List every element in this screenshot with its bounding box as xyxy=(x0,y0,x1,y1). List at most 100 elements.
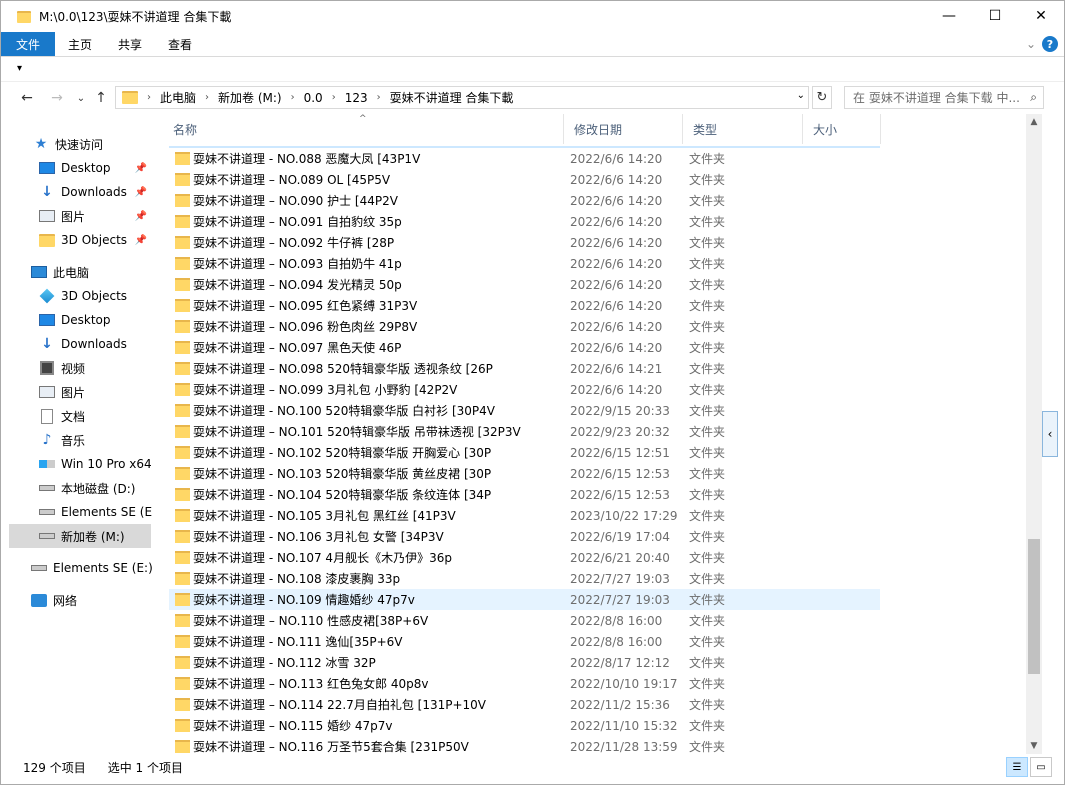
breadcrumb-folder-123[interactable]: 123 xyxy=(345,91,368,105)
nav-3d-objects-pinned[interactable]: 3D Objects 📌 xyxy=(39,228,153,252)
file-type: 文件夹 xyxy=(689,383,726,397)
file-type: 文件夹 xyxy=(689,551,726,565)
file-type: 文件夹 xyxy=(689,593,726,607)
scroll-up-icon[interactable]: ▲ xyxy=(1026,114,1042,130)
table-row[interactable]: 耍妹不讲道理 - NO.103 520特辑豪华版 黄丝皮裙 [30P 2022/6… xyxy=(169,463,880,484)
table-row[interactable]: 耍妹不讲道理 – NO.113 红色兔女郎 40p8v 2022/10/10 19… xyxy=(169,673,880,694)
address-bar[interactable]: › 此电脑 › 新加卷 (M:) › 0.0 › 123 › 耍妹不讲道理 合集… xyxy=(115,86,809,109)
folder-icon xyxy=(17,10,31,23)
file-name: 耍妹不讲道理 - NO.112 冰雪 32P xyxy=(193,656,376,670)
file-date: 2022/6/21 20:40 xyxy=(570,550,670,565)
table-row[interactable]: 耍妹不讲道理 - NO.111 逸仙[35P+6V 2022/8/8 16:00 文… xyxy=(169,631,880,652)
maximize-button[interactable]: ☐ xyxy=(972,1,1018,31)
file-name: 耍妹不讲道理 - NO.106 3月礼包 女警 [34P3V xyxy=(193,530,444,544)
file-type: 文件夹 xyxy=(689,425,726,439)
help-icon[interactable]: ? xyxy=(1042,36,1058,52)
table-row[interactable]: 耍妹不讲道理 - NO.100 520特辑豪华版 白衬衫 [30P4V 2022/… xyxy=(169,400,880,421)
table-row[interactable]: 耍妹不讲道理 - NO.104 520特辑豪华版 条纹连体 [34P 2022/6… xyxy=(169,484,880,505)
breadcrumb-folder-0-0[interactable]: 0.0 xyxy=(304,91,323,105)
minimize-button[interactable]: — xyxy=(926,1,972,31)
file-name: 耍妹不讲道理 – NO.091 自拍豹纹 35p xyxy=(193,215,402,229)
search-placeholder: 在 耍妹不讲道理 合集下载 中... xyxy=(853,91,1020,105)
breadcrumb-current-folder[interactable]: 耍妹不讲道理 合集下載 xyxy=(390,89,514,106)
table-row[interactable]: 耍妹不讲道理 – NO.116 万圣节5套合集 [231P50V 2022/11/… xyxy=(169,736,880,754)
file-type: 文件夹 xyxy=(689,719,726,733)
table-row[interactable]: 耍妹不讲道理 – NO.091 自拍豹纹 35p 2022/6/6 14:20 文件… xyxy=(169,211,880,232)
file-type: 文件夹 xyxy=(689,215,726,229)
file-date: 2022/6/6 14:20 xyxy=(570,172,663,187)
folder-icon xyxy=(175,719,190,732)
table-row[interactable]: 耍妹不讲道理 - NO.107 4月舰长《木乃伊》36p 2022/6/21 20… xyxy=(169,547,880,568)
scroll-down-icon[interactable]: ▼ xyxy=(1026,738,1042,754)
column-size[interactable]: 大小 xyxy=(803,114,881,144)
table-row[interactable]: 耍妹不讲道理 – NO.115 婚纱 47p7v 2022/11/10 15:32… xyxy=(169,715,880,736)
nav-downloads-pinned[interactable]: ↓ Downloads 📌 xyxy=(39,180,153,204)
refresh-icon[interactable]: ↻ xyxy=(812,86,832,109)
folder-icon xyxy=(175,257,190,270)
column-name[interactable]: 名称 xyxy=(163,114,564,144)
nav-desktop-pinned[interactable]: Desktop 📌 xyxy=(39,156,153,180)
table-row[interactable]: 耍妹不讲道理 – NO.114 22.7月自拍礼包 [131P+10V 2022/… xyxy=(169,694,880,715)
recent-locations-icon[interactable]: ⌄ xyxy=(71,88,91,108)
file-date: 2022/6/19 17:04 xyxy=(570,529,670,544)
nav-label: 此电脑 xyxy=(53,265,90,280)
nav-pictures-pinned[interactable]: 图片 📌 xyxy=(39,204,153,228)
objects-3d-icon xyxy=(39,288,55,304)
table-row[interactable]: 耍妹不讲道理 – NO.101 520特辑豪华版 吊带袜透视 [32P3V 202… xyxy=(169,421,880,442)
column-date-modified[interactable]: 修改日期 xyxy=(564,114,683,144)
table-row[interactable]: 耍妹不讲道理 - NO.088 恶魔大凤 [43P1V 2022/6/6 14:2… xyxy=(169,148,880,169)
table-row[interactable]: 耍妹不讲道理 – NO.093 自拍奶牛 41p 2022/6/6 14:20 文件… xyxy=(169,253,880,274)
table-row[interactable]: 耍妹不讲道理 – NO.096 粉色肉丝 29P8V 2022/6/6 14:20… xyxy=(169,316,880,337)
table-row[interactable]: 耍妹不讲道理 - NO.108 漆皮裹胸 33p 2022/7/27 19:03 文… xyxy=(169,568,880,589)
tab-home[interactable]: 主页 xyxy=(55,32,105,56)
folder-icon xyxy=(175,698,190,711)
nav-label: 新加卷 (M:) xyxy=(61,529,125,544)
file-type: 文件夹 xyxy=(689,740,726,754)
file-name: 耍妹不讲道理 - NO.102 520特辑豪华版 开胸爱心 [30P xyxy=(193,446,492,460)
breadcrumb-drive[interactable]: 新加卷 (M:) xyxy=(218,89,282,106)
table-row[interactable]: 耍妹不讲道理 - NO.109 情趣婚纱 47p7v 2022/7/27 19:0… xyxy=(169,589,880,610)
table-row[interactable]: 耍妹不讲道理 – NO.090 护士 [44P2V 2022/6/6 14:20 文… xyxy=(169,190,880,211)
tab-share[interactable]: 共享 xyxy=(105,32,155,56)
folder-icon xyxy=(175,194,190,207)
selection-count: 选中 1 个项目 xyxy=(107,760,183,775)
large-icons-view-icon[interactable]: ▭ xyxy=(1030,757,1052,777)
pictures-icon xyxy=(39,210,55,222)
table-row[interactable]: 耍妹不讲道理 – NO.094 发光精灵 50p 2022/6/6 14:20 文件… xyxy=(169,274,880,295)
column-type[interactable]: 类型 xyxy=(683,114,803,144)
nav-elements-e[interactable]: Elements SE (E: xyxy=(39,500,153,524)
table-row[interactable]: 耍妹不讲道理 – NO.097 黑色天使 46P 2022/6/6 14:20 文件… xyxy=(169,337,880,358)
table-row[interactable]: 耍妹不讲道理 - NO.106 3月礼包 女警 [34P3V 2022/6/19 … xyxy=(169,526,880,547)
nav-label: Win 10 Pro x64 xyxy=(61,457,152,471)
vertical-scrollbar[interactable]: ▲ ▼ xyxy=(1026,114,1042,754)
tab-file[interactable]: 文件 xyxy=(1,32,56,56)
up-arrow-icon[interactable]: ↑ xyxy=(91,88,111,108)
table-row[interactable]: 耍妹不讲道理 – NO.110 性感皮裙[38P+6V 2022/8/8 16:0… xyxy=(169,610,880,631)
table-row[interactable]: 耍妹不讲道理 – NO.089 OL [45P5V 2022/6/6 14:20 文… xyxy=(169,169,880,190)
customize-toolbar-icon[interactable]: ▾ xyxy=(17,63,22,74)
table-row[interactable]: 耍妹不讲道理 – NO.092 牛仔裤 [28P 2022/6/6 14:20 文件… xyxy=(169,232,880,253)
table-row[interactable]: 耍妹不讲道理 - NO.102 520特辑豪华版 开胸爱心 [30P 2022/6… xyxy=(169,442,880,463)
folder-icon xyxy=(175,572,190,585)
forward-arrow-icon[interactable]: → xyxy=(47,88,67,108)
breadcrumb-this-pc[interactable]: 此电脑 xyxy=(160,89,196,106)
folder-icon xyxy=(175,656,190,669)
status-bar: 129 个项目 选中 1 个项目 ☰ ▭ xyxy=(1,755,1064,779)
tab-view[interactable]: 查看 xyxy=(155,32,205,56)
scroll-thumb[interactable] xyxy=(1028,539,1040,674)
table-row[interactable]: 耍妹不讲道理 – NO.095 红色紧缚 31P3V 2022/6/6 14:20… xyxy=(169,295,880,316)
search-input[interactable]: 在 耍妹不讲道理 合集下载 中... ⌕ xyxy=(844,86,1044,109)
table-row[interactable]: 耍妹不讲道理 - NO.112 冰雪 32P 2022/8/17 12:12 文件夹 xyxy=(169,652,880,673)
table-row[interactable]: 耍妹不讲道理 – NO.099 3月礼包 小野豹 [42P2V 2022/6/6 … xyxy=(169,379,880,400)
file-name: 耍妹不讲道理 – NO.098 520特辑豪华版 透视条纹 [26P xyxy=(193,362,493,376)
pin-icon: 📌 xyxy=(134,162,147,174)
close-button[interactable]: ✕ xyxy=(1018,1,1064,31)
back-arrow-icon[interactable]: ← xyxy=(17,88,37,108)
collapse-pane-icon[interactable]: ‹ xyxy=(1042,411,1058,457)
expand-ribbon-icon[interactable]: ⌄ xyxy=(1026,37,1036,51)
nav-drive-m[interactable]: 新加卷 (M:) xyxy=(9,524,151,548)
table-row[interactable]: 耍妹不讲道理 - NO.105 3月礼包 黑红丝 [41P3V 2023/10/2… xyxy=(169,505,880,526)
table-row[interactable]: 耍妹不讲道理 – NO.098 520特辑豪华版 透视条纹 [26P 2022/6… xyxy=(169,358,880,379)
address-dropdown-icon[interactable]: ⌄ xyxy=(797,90,805,101)
details-view-icon[interactable]: ☰ xyxy=(1006,757,1028,777)
